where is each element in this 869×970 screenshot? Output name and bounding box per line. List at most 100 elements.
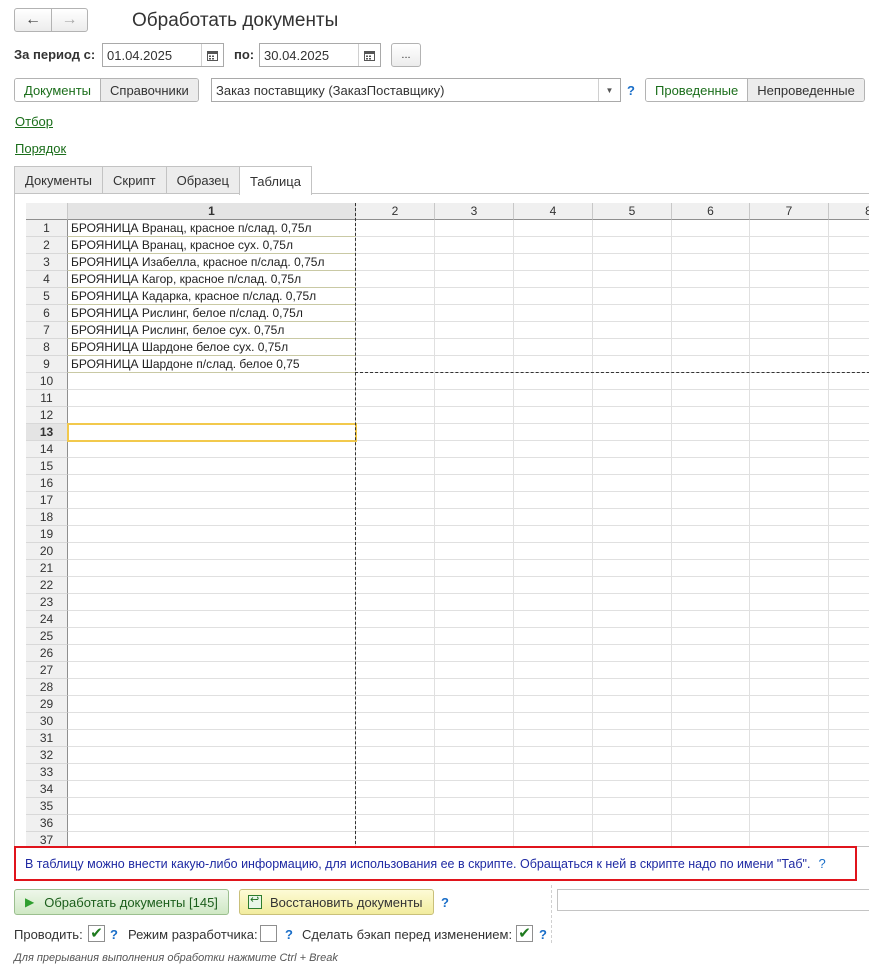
table-cell[interactable] [514,815,593,832]
table-cell[interactable] [514,679,593,696]
table-cell[interactable] [356,526,435,543]
row-header[interactable]: 30 [26,713,68,730]
table-cell[interactable] [68,475,356,492]
table-cell[interactable] [593,424,672,441]
table-cell[interactable] [356,373,435,390]
table-cell[interactable] [593,509,672,526]
table-cell[interactable] [750,339,829,356]
table-cell[interactable] [514,509,593,526]
table-cell[interactable] [435,322,514,339]
row-header[interactable]: 24 [26,611,68,628]
table-cell[interactable] [68,798,356,815]
table-cell[interactable] [750,781,829,798]
table-cell[interactable] [750,696,829,713]
row-header[interactable]: 35 [26,798,68,815]
table-cell[interactable] [829,407,869,424]
table-cell[interactable] [750,815,829,832]
row-header[interactable]: 32 [26,747,68,764]
table-cell[interactable] [829,424,869,441]
table-cell[interactable] [356,696,435,713]
table-cell[interactable] [750,475,829,492]
table-cell[interactable] [750,237,829,254]
row-header[interactable]: 11 [26,390,68,407]
table-cell[interactable] [356,730,435,747]
table-cell[interactable] [672,339,750,356]
calendar-icon[interactable] [358,44,380,66]
table-cell[interactable] [829,815,869,832]
dev-mode-checkbox[interactable] [260,925,277,942]
table-cell[interactable] [672,543,750,560]
row-header[interactable]: 10 [26,373,68,390]
row-header[interactable]: 15 [26,458,68,475]
table-cell[interactable] [356,271,435,288]
table-cell[interactable] [829,441,869,458]
row-header[interactable]: 23 [26,594,68,611]
table-cell[interactable] [68,696,356,713]
row-header[interactable]: 9 [26,356,68,373]
tab-script[interactable]: Скрипт [102,166,167,193]
row-header[interactable]: 26 [26,645,68,662]
table-cell[interactable] [68,407,356,424]
table-cell[interactable] [435,543,514,560]
table-cell[interactable] [829,288,869,305]
table-cell[interactable]: БРОЯНИЦА Шардоне п/слад. белое 0,75 [68,356,356,373]
table-cell[interactable] [672,220,750,237]
table-cell[interactable] [672,424,750,441]
table-cell[interactable] [514,254,593,271]
table-cell[interactable] [435,305,514,322]
table-cell[interactable] [672,798,750,815]
table-cell[interactable] [750,730,829,747]
table-cell[interactable] [356,237,435,254]
table-cell[interactable] [750,628,829,645]
table-cell[interactable] [750,747,829,764]
table-cell[interactable] [672,764,750,781]
table-cell[interactable] [829,356,869,373]
table-cell[interactable] [514,611,593,628]
table-cell[interactable] [356,492,435,509]
table-cell[interactable] [435,407,514,424]
table-cell[interactable] [829,271,869,288]
table-cell[interactable] [435,288,514,305]
table-cell[interactable] [593,492,672,509]
table-cell[interactable] [672,237,750,254]
table-cell[interactable] [672,509,750,526]
table-cell[interactable] [435,730,514,747]
table-cell[interactable] [672,679,750,696]
table-cell[interactable] [750,390,829,407]
table-cell[interactable] [435,254,514,271]
table-cell[interactable] [672,441,750,458]
row-header[interactable]: 22 [26,577,68,594]
column-header[interactable]: 6 [672,203,750,220]
table-cell[interactable] [593,764,672,781]
table-cell[interactable] [435,373,514,390]
table-cell[interactable] [829,339,869,356]
table-cell[interactable] [356,662,435,679]
selected-cell[interactable] [67,423,357,442]
table-cell[interactable] [356,339,435,356]
table-cell[interactable] [514,424,593,441]
table-cell[interactable] [750,577,829,594]
table-cell[interactable] [829,764,869,781]
table-cell[interactable] [435,594,514,611]
table-cell[interactable] [68,611,356,628]
table-cell[interactable] [593,526,672,543]
row-header[interactable]: 4 [26,271,68,288]
table-cell[interactable] [68,662,356,679]
row-header[interactable]: 33 [26,764,68,781]
backup-help-icon[interactable]: ? [539,927,547,942]
table-cell[interactable] [750,458,829,475]
calendar-icon[interactable] [201,44,223,66]
table-cell[interactable] [829,679,869,696]
table-cell[interactable] [356,475,435,492]
object-help-icon[interactable]: ? [627,83,635,98]
table-cell[interactable] [750,424,829,441]
table-cell[interactable] [68,509,356,526]
table-cell[interactable] [593,832,672,846]
table-cell[interactable] [435,781,514,798]
table-cell[interactable] [593,271,672,288]
table-cell[interactable]: БРОЯНИЦА Вранац, красное сух. 0,75л [68,237,356,254]
table-cell[interactable] [672,390,750,407]
table-cell[interactable]: БРОЯНИЦА Вранац, красное п/слад. 0,75л [68,220,356,237]
table-cell[interactable] [514,339,593,356]
row-header[interactable]: 19 [26,526,68,543]
